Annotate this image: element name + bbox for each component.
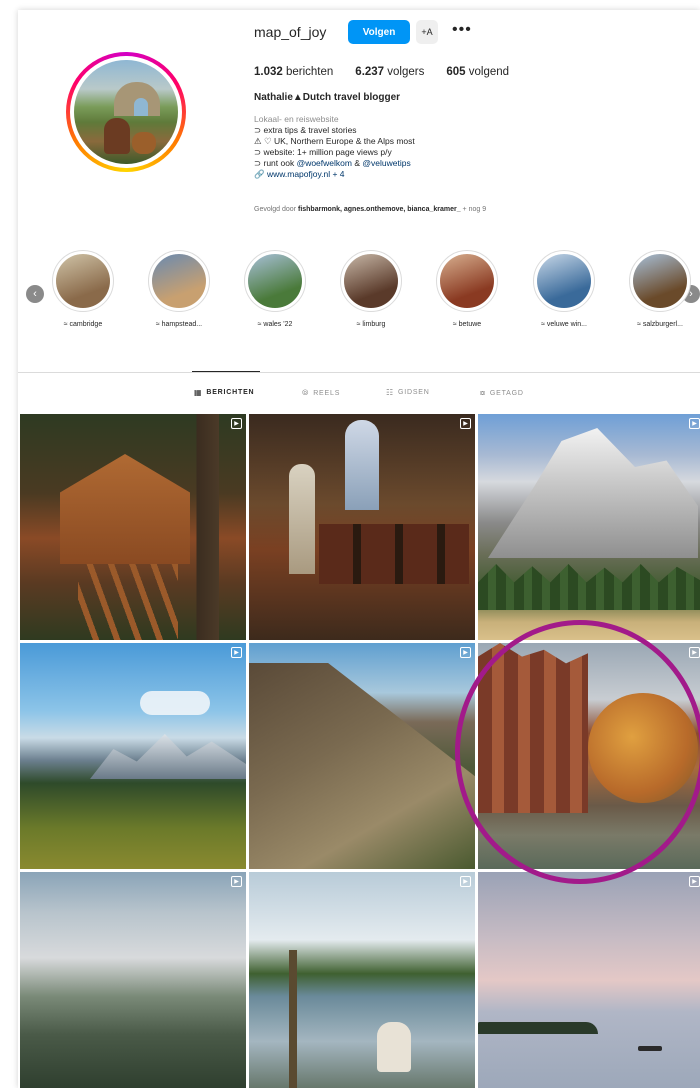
highlight-thumbnail — [248, 254, 302, 308]
bio-line: ⊃ runt ook @woefwelkom & @veluwetips — [254, 158, 411, 168]
highlight-label: ≈ hampstead... — [155, 321, 203, 328]
highlight-thumbnail — [633, 254, 687, 308]
highlight-label: ≈ betuwe — [452, 321, 482, 328]
post-tile-misty-forest[interactable]: ▶ — [20, 872, 246, 1088]
post-grid: ▶ ▶ ▶ ▶ ▶ ▶ ▶ ▶ ▶ — [20, 414, 700, 1088]
profile-fullname: Nathalie▲Dutch travel blogger — [254, 92, 401, 103]
reel-icon: ▶ — [460, 876, 471, 887]
highlight-label: ≈ salzburgerl... — [637, 321, 683, 328]
highlight-item[interactable]: ≈ wales '22 — [240, 250, 310, 328]
highlights-prev-icon[interactable]: ‹ — [26, 285, 44, 303]
stat-posts: 1.032 berichten — [254, 66, 334, 78]
tab-guides[interactable]: ☷ GIDSEN — [386, 388, 430, 397]
profile-bio: Lokaal- en reiswebsite ⊃ extra tips & tr… — [254, 114, 584, 180]
reel-icon: ▶ — [231, 876, 242, 887]
reel-icon: ▶ — [689, 647, 700, 658]
highlight-label: ≈ limburg — [356, 321, 386, 328]
reel-icon: ▶ — [231, 647, 242, 658]
reel-icon: ▶ — [460, 418, 471, 429]
grid-icon: ▦ — [194, 388, 203, 397]
profile-stats: 1.032 berichten 6.237 volgers 605 volgen… — [254, 66, 509, 78]
bio-line: ⚠ ♡ UK, Northern Europe & the Alps most — [254, 136, 415, 146]
post-tile-hall[interactable]: ▶ — [249, 414, 475, 640]
post-tile-mountain[interactable]: ▶ — [478, 414, 700, 640]
highlight-item[interactable]: ≈ cambridge — [48, 250, 118, 328]
reels-icon: ⦾ — [302, 388, 310, 397]
followed-by[interactable]: Gevolgd door fishbarmonk, agnes.onthemov… — [254, 206, 486, 213]
avatar-image — [74, 60, 178, 164]
profile-avatar[interactable] — [66, 52, 186, 172]
highlight-item[interactable]: ≈ betuwe — [432, 250, 502, 328]
mention-veluwetips[interactable]: @veluwetips — [362, 158, 410, 168]
tabs-divider — [18, 372, 700, 373]
reel-icon: ▶ — [689, 876, 700, 887]
stat-followers[interactable]: 6.237 volgers — [355, 66, 424, 78]
tab-posts[interactable]: ▦ BERICHTEN — [194, 388, 254, 397]
profile-username: map_of_joy — [254, 24, 327, 40]
post-tile-canal-town[interactable]: ▶ — [478, 643, 700, 869]
reel-icon: ▶ — [689, 418, 700, 429]
highlight-thumbnail — [152, 254, 206, 308]
highlight-item[interactable]: ≈ salzburgerl... — [625, 250, 695, 328]
post-tile-alps-forest[interactable]: ▶ — [20, 643, 246, 869]
highlight-label: ≈ wales '22 — [257, 321, 293, 328]
highlight-thumbnail — [56, 254, 110, 308]
highlight-thumbnail — [440, 254, 494, 308]
more-options-icon[interactable]: ••• — [452, 21, 472, 39]
post-tile-treehouse[interactable]: ▶ — [20, 414, 246, 640]
bio-website-link[interactable]: 🔗 www.mapofjoy.nl + 4 — [254, 169, 584, 180]
guides-icon: ☷ — [386, 388, 394, 397]
tagged-icon: ⧇ — [480, 388, 486, 397]
bio-line: ⊃ website: 1+ million page views p/y — [254, 147, 392, 157]
reel-icon: ▶ — [231, 418, 242, 429]
post-tile-valley[interactable]: ▶ — [249, 643, 475, 869]
reel-icon: ▶ — [460, 647, 471, 658]
mention-woefwelkom[interactable]: @woefwelkom — [297, 158, 352, 168]
highlight-label: ≈ veluwe win... — [541, 321, 587, 328]
bio-category: Lokaal- en reiswebsite — [254, 114, 339, 124]
highlight-thumbnail — [344, 254, 398, 308]
follow-button[interactable]: Volgen — [348, 20, 410, 44]
highlight-item[interactable]: ≈ limburg — [336, 250, 406, 328]
profile-page: map_of_joy Volgen +A ••• 1.032 berichten… — [18, 10, 700, 1088]
tab-reels[interactable]: ⦾ REELS — [302, 388, 340, 398]
highlight-item[interactable]: ≈ hampstead... — [144, 250, 214, 328]
bio-line: ⊃ extra tips & travel stories — [254, 125, 357, 135]
tab-tagged[interactable]: ⧇ GETAGD — [480, 388, 524, 398]
stat-following[interactable]: 605 volgend — [446, 66, 509, 78]
post-tile-lake[interactable]: ▶ — [249, 872, 475, 1088]
highlight-label: ≈ cambridge — [63, 321, 103, 328]
suggested-accounts-button[interactable]: +A — [416, 20, 438, 44]
highlight-item[interactable]: ≈ veluwe win... — [529, 250, 599, 328]
active-tab-indicator — [192, 371, 260, 372]
post-tile-sunset-lake[interactable]: ▶ — [478, 872, 700, 1088]
highlight-thumbnail — [537, 254, 591, 308]
